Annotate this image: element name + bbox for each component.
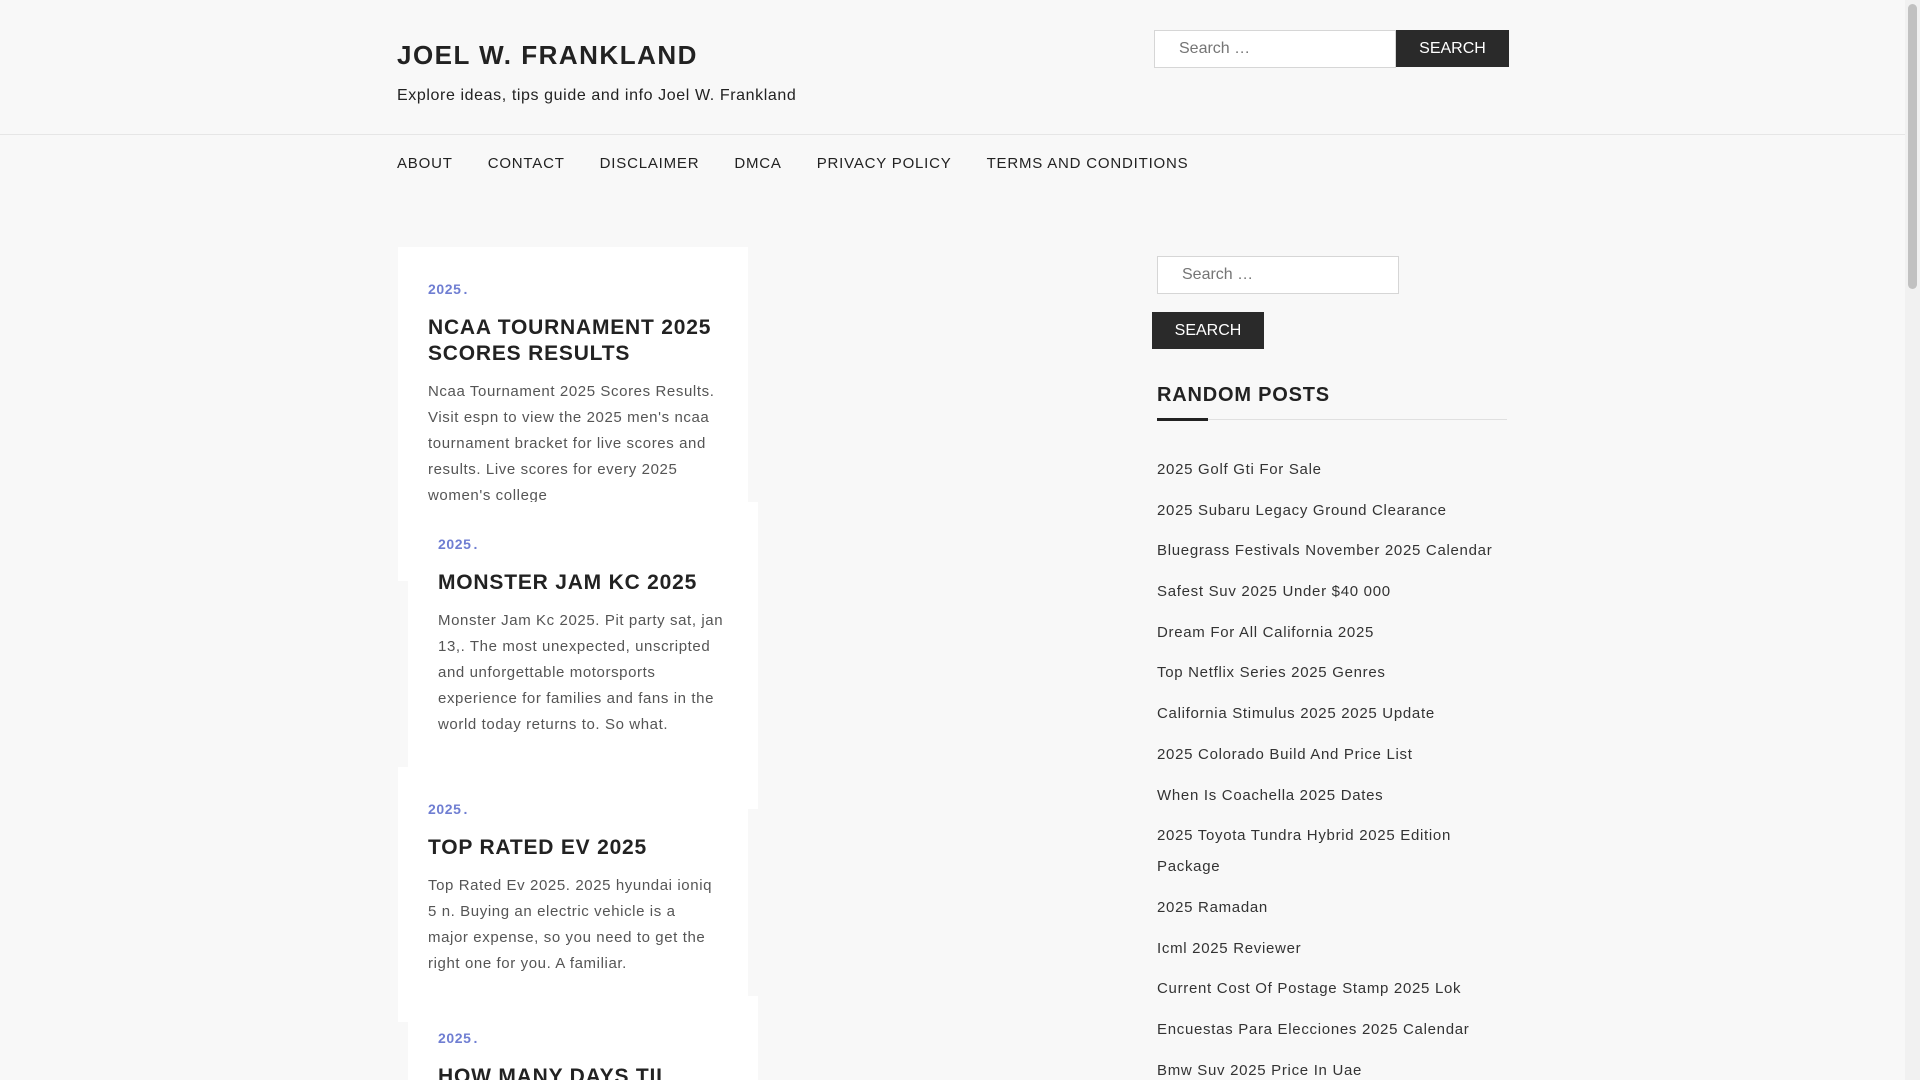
site-header: JOEL W. FRANKLAND Explore ideas, tips gu… (0, 0, 1905, 135)
site-title[interactable]: JOEL W. FRANKLAND (397, 40, 698, 71)
nav-item-about[interactable]: ABOUT (397, 155, 453, 172)
list-item: Icml 2025 Reviewer (1157, 933, 1517, 964)
list-item: When Is Coachella 2025 Dates (1157, 780, 1517, 811)
list-item: Encuestas Para Elecciones 2025 Calendar (1157, 1014, 1517, 1045)
list-item: Safest Suv 2025 Under $40 000 (1157, 576, 1517, 607)
list-item: 2025 Toyota Tundra Hybrid 2025 Edition P… (1157, 820, 1517, 882)
post-title[interactable]: MONSTER JAM KC 2025 (438, 570, 728, 596)
random-post-link[interactable]: 2025 Colorado Build And Price List (1157, 746, 1413, 763)
random-post-link[interactable]: Bluegrass Festivals November 2025 Calend… (1157, 542, 1492, 559)
list-item: 2025 Subaru Legacy Ground Clearance (1157, 495, 1517, 526)
nav-item-terms-and-conditions[interactable]: TERMS AND CONDITIONS (987, 155, 1189, 172)
list-item: 2025 Ramadan (1157, 892, 1517, 923)
random-post-link[interactable]: When Is Coachella 2025 Dates (1157, 787, 1383, 804)
random-post-link[interactable]: 2025 Subaru Legacy Ground Clearance (1157, 502, 1447, 519)
random-post-link[interactable]: Top Netflix Series 2025 Genres (1157, 664, 1386, 681)
list-item: California Stimulus 2025 2025 Update (1157, 698, 1517, 729)
random-post-link[interactable]: 2025 Ramadan (1157, 899, 1268, 916)
random-post-link[interactable]: 2025 Golf Gti For Sale (1157, 461, 1322, 478)
post-excerpt: Monster Jam Kc 2025. Pit party sat, jan … (438, 612, 724, 733)
widget-divider-accent (1157, 418, 1208, 421)
list-item: Bmw Suv 2025 Price In Uae (1157, 1055, 1517, 1080)
list-item: Top Netflix Series 2025 Genres (1157, 657, 1517, 688)
random-posts-title: RANDOM POSTS (1157, 384, 1330, 406)
list-item: Current Cost Of Postage Stamp 2025 Lok (1157, 973, 1517, 1004)
random-post-link[interactable]: Encuestas Para Elecciones 2025 Calendar (1157, 1021, 1469, 1038)
site-description: Explore ideas, tips guide and info Joel … (397, 87, 797, 104)
post-card: 2025. HOW MANY DAYS TIL (408, 996, 758, 1080)
post-category: 2025. (438, 1030, 479, 1046)
page-scrollbar[interactable] (1905, 0, 1920, 1080)
nav-item-contact[interactable]: CONTACT (488, 155, 565, 172)
random-post-link[interactable]: Safest Suv 2025 Under $40 000 (1157, 583, 1391, 600)
page: JOEL W. FRANKLAND Explore ideas, tips gu… (0, 0, 1905, 1080)
post-excerpt: Ncaa Tournament 2025 Scores Results. Vis… (428, 383, 715, 504)
list-item: Dream For All California 2025 (1157, 617, 1517, 648)
header-search-input[interactable] (1154, 30, 1396, 68)
sidebar-search-form: SEARCH (1152, 256, 1401, 349)
widget-divider (1157, 419, 1507, 420)
nav-item-privacy-policy[interactable]: PRIVACY POLICY (817, 155, 952, 172)
post-title[interactable]: TOP RATED EV 2025 (428, 835, 718, 861)
post-category: 2025. (428, 801, 469, 817)
nav-item-disclaimer[interactable]: DISCLAIMER (600, 155, 700, 172)
post-title[interactable]: HOW MANY DAYS TIL (438, 1064, 728, 1080)
main-nav: ABOUT CONTACT DISCLAIMER DMCA PRIVACY PO… (397, 155, 1223, 172)
post-category-link[interactable]: 2025 (428, 801, 462, 817)
post-card: 2025. MONSTER JAM KC 2025 Monster Jam Kc… (408, 502, 758, 809)
nav-item-dmca[interactable]: DMCA (734, 155, 781, 172)
random-post-link[interactable]: 2025 Toyota Tundra Hybrid 2025 Edition P… (1157, 827, 1451, 875)
header-search-button[interactable]: SEARCH (1396, 30, 1509, 67)
post-category-link[interactable]: 2025 (438, 536, 472, 552)
header-search-form: SEARCH (1154, 30, 1509, 68)
post-card: 2025. TOP RATED EV 2025 Top Rated Ev 202… (398, 767, 748, 1022)
random-post-link[interactable]: Bmw Suv 2025 Price In Uae (1157, 1062, 1362, 1079)
post-title[interactable]: NCAA TOURNAMENT 2025 SCORES RESULTS (428, 315, 718, 367)
scrollbar-thumb[interactable] (1908, 4, 1917, 289)
random-post-link[interactable]: Icml 2025 Reviewer (1157, 940, 1301, 957)
post-category: 2025. (438, 536, 479, 552)
post-category-link[interactable]: 2025 (438, 1030, 472, 1046)
post-category-link[interactable]: 2025 (428, 281, 462, 297)
post-category: 2025. (428, 281, 469, 297)
random-post-link[interactable]: Dream For All California 2025 (1157, 624, 1374, 641)
list-item: 2025 Golf Gti For Sale (1157, 454, 1517, 485)
list-item: Bluegrass Festivals November 2025 Calend… (1157, 535, 1517, 566)
sidebar-search-input[interactable] (1157, 256, 1399, 294)
random-posts-list: 2025 Golf Gti For Sale 2025 Subaru Legac… (1157, 454, 1517, 1080)
post-excerpt: Top Rated Ev 2025. 2025 hyundai ioniq 5 … (428, 877, 713, 972)
random-post-link[interactable]: California Stimulus 2025 2025 Update (1157, 705, 1435, 722)
sidebar-search-button[interactable]: SEARCH (1152, 312, 1264, 349)
list-item: 2025 Colorado Build And Price List (1157, 739, 1517, 770)
random-post-link[interactable]: Current Cost Of Postage Stamp 2025 Lok (1157, 980, 1461, 997)
